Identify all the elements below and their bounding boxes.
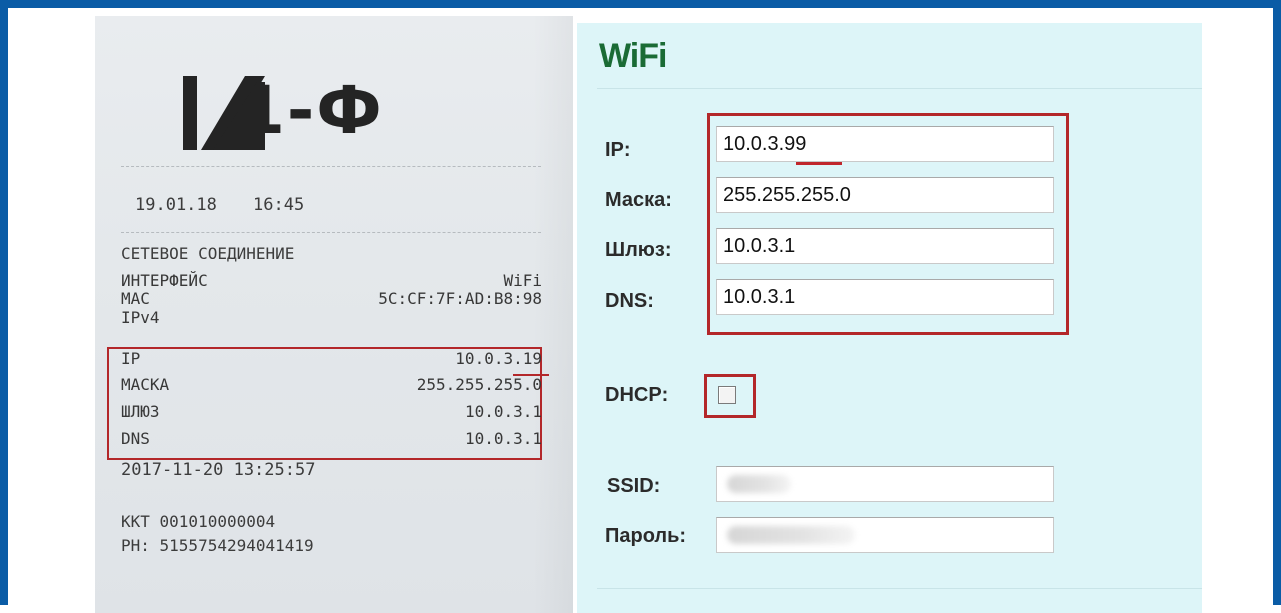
receipt-timestamp: 2017-11-20 13:25:57 bbox=[121, 460, 316, 480]
ip-input[interactable]: 10.0.3.99 bbox=[716, 126, 1054, 162]
receipt-row-label: IP bbox=[121, 349, 141, 368]
mask-label: Маска: bbox=[605, 189, 672, 211]
receipt-photo: К1-Ф 19.01.18 16:45 СЕТЕВОЕ СОЕДИНЕНИЕ И… bbox=[95, 16, 573, 613]
receipt-row-value: WiFi bbox=[503, 271, 542, 290]
receipt-kkt: ККТ 001010000004 bbox=[121, 512, 276, 531]
screenshot-frame: К1-Ф 19.01.18 16:45 СЕТЕВОЕ СОЕДИНЕНИЕ И… bbox=[0, 0, 1281, 613]
receipt-row-value: 10.0.3.1 bbox=[464, 402, 542, 421]
receipt-row: DNS 10.0.3.1 bbox=[121, 430, 542, 448]
receipt-row: MACKA 255.255.255.0 bbox=[121, 376, 542, 394]
receipt-row-label: MAC bbox=[121, 289, 150, 308]
receipt-row: IP 10.0.3.19 bbox=[121, 350, 542, 368]
receipt-divider bbox=[121, 232, 541, 233]
ip-underline bbox=[796, 162, 842, 165]
receipt-section-title: СЕТЕВОЕ СОЕДИНЕНИЕ bbox=[121, 244, 295, 263]
password-input[interactable] bbox=[716, 517, 1054, 553]
receipt-row-value: 10.0.3.19 bbox=[455, 349, 542, 368]
receipt-date: 19.01.18 bbox=[135, 195, 217, 215]
receipt-row: ШЛЮЗ 10.0.3.1 bbox=[121, 403, 542, 421]
title-divider bbox=[597, 88, 1202, 89]
wifi-settings-panel: WiFi IP: 10.0.3.99 Маска: 255.255.255.0 … bbox=[577, 23, 1202, 613]
password-blurred-value bbox=[727, 526, 855, 544]
receipt-row: MAC 5C:CF:7F:AD:B8:98 bbox=[121, 290, 542, 308]
dns-label: DNS: bbox=[605, 290, 654, 312]
gateway-label: Шлюз: bbox=[605, 239, 672, 261]
receipt-row-label: MACKA bbox=[121, 375, 170, 394]
receipt-row-value: 10.0.3.1 bbox=[464, 429, 542, 448]
receipt-row-value: 5C:CF:7F:AD:B8:98 bbox=[378, 289, 542, 308]
dhcp-checkbox[interactable] bbox=[718, 386, 736, 404]
receipt-rn: PH: 5155754294041419 bbox=[121, 536, 314, 555]
receipt-row: IPv4 bbox=[121, 309, 542, 327]
receipt-row-label: ШЛЮЗ bbox=[121, 402, 160, 421]
password-label: Пароль: bbox=[605, 525, 687, 547]
gateway-input[interactable]: 10.0.3.1 bbox=[716, 228, 1054, 264]
receipt-time: 16:45 bbox=[253, 195, 305, 215]
receipt-row-label: DNS bbox=[121, 429, 150, 448]
receipt-row-value: 255.255.255.0 bbox=[416, 375, 542, 394]
panel-title: WiFi bbox=[599, 37, 667, 75]
ssid-label: SSID: bbox=[607, 475, 661, 497]
ssid-blurred-value bbox=[727, 475, 791, 493]
bottom-divider bbox=[597, 588, 1202, 589]
receipt-row: ИНТЕРФЕЙС WiFi bbox=[121, 272, 542, 290]
dns-input[interactable]: 10.0.3.1 bbox=[716, 279, 1054, 315]
ssid-input[interactable] bbox=[716, 466, 1054, 502]
receipt-row-label: IPv4 bbox=[121, 308, 160, 327]
dhcp-label: DHCP: bbox=[605, 384, 669, 406]
mask-input[interactable]: 255.255.255.0 bbox=[716, 177, 1054, 213]
ip-label: IP: bbox=[605, 139, 631, 161]
receipt-row-label: ИНТЕРФЕЙС bbox=[121, 271, 208, 290]
receipt-divider bbox=[121, 166, 541, 167]
